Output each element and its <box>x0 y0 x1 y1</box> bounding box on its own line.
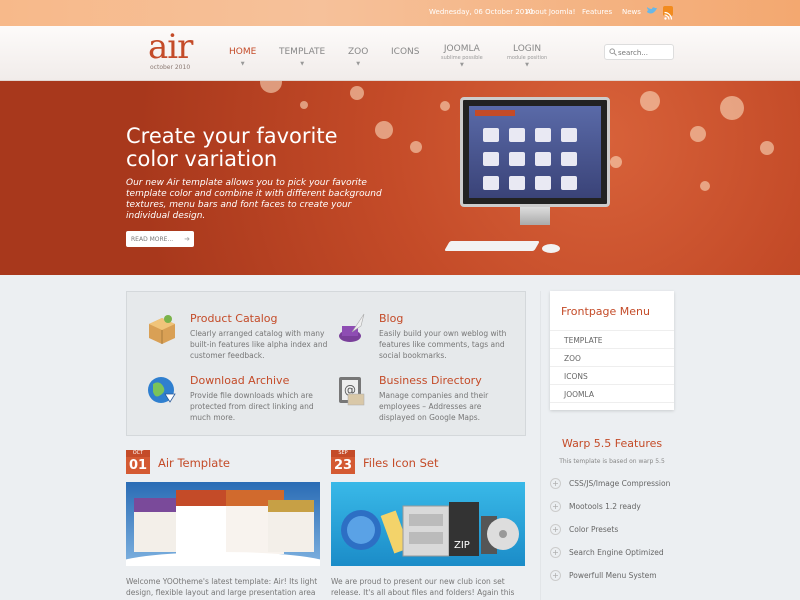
hero-title: Create your favorite color variation <box>126 124 338 171</box>
menu-item-icons[interactable]: ICONS <box>550 367 674 385</box>
warp-item[interactable]: + Color Presets <box>550 519 674 541</box>
arrow-right-icon: ➜ <box>184 235 190 243</box>
chevron-down-icon: ▼ <box>459 62 464 68</box>
globe-download-icon <box>148 377 176 403</box>
date-badge: OCT 01 <box>126 450 150 474</box>
nav-zoo[interactable]: ZOO ▼ <box>348 47 368 67</box>
warp-features: Warp 5.5 Features This template is based… <box>550 437 674 465</box>
feature-text: Provide file downloads which are protect… <box>190 391 314 422</box>
warp-item[interactable]: + Mootools 1.2 ready <box>550 496 674 518</box>
link-news[interactable]: News <box>622 8 641 16</box>
top-bar: Wednesday, 06 October 2010 About Joomla!… <box>0 0 800 26</box>
feature-title[interactable]: Business Directory <box>379 374 482 387</box>
menu-item-template[interactable]: TEMPLATE <box>550 331 674 349</box>
nav-home[interactable]: HOME ▼ <box>229 47 256 67</box>
search-input[interactable] <box>618 47 672 58</box>
article-title[interactable]: Files Icon Set <box>363 456 438 470</box>
hero-description: Our new Air template allows you to pick … <box>126 178 382 221</box>
warp-title: Warp 5.5 Features <box>561 437 663 450</box>
nav-icons[interactable]: ICONS <box>391 47 419 57</box>
plus-icon: + <box>550 570 561 581</box>
rss-icon[interactable] <box>663 6 673 20</box>
warp-item[interactable]: + CSS/JS/Image Compression <box>550 473 674 495</box>
chevron-down-icon: ▼ <box>300 61 305 67</box>
imac-image <box>460 97 610 207</box>
twitter-icon[interactable] <box>646 6 658 16</box>
feature-text: Easily build your own weblog with featur… <box>379 329 507 360</box>
hero-banner: Create your favorite color variation Our… <box>0 81 800 275</box>
nav-template[interactable]: TEMPLATE ▼ <box>279 47 325 67</box>
air-template-thumbnail[interactable] <box>126 482 320 566</box>
files-icon-set-thumbnail[interactable]: ZIP <box>331 482 525 566</box>
read-more-button[interactable]: READ MORE... ➜ <box>126 231 194 247</box>
plus-icon: + <box>550 501 561 512</box>
menu-title: Frontpage Menu <box>561 305 650 318</box>
quill-ink-icon <box>339 313 365 342</box>
svg-text:ZIP: ZIP <box>454 540 470 551</box>
chevron-down-icon: ▼ <box>356 61 361 67</box>
warp-note: This template is based on warp 5.5 <box>559 458 665 465</box>
nav-login[interactable]: LOGIN module position ▼ <box>507 44 547 68</box>
package-icon <box>149 315 175 344</box>
feature-title[interactable]: Blog <box>379 312 403 325</box>
frontpage-menu: Frontpage Menu TEMPLATE ZOO ICONS JOOMLA <box>550 291 674 410</box>
keyboard-image <box>444 241 540 251</box>
address-book-icon: @ <box>339 377 365 406</box>
search-box <box>604 44 674 60</box>
menu-item-zoo[interactable]: ZOO <box>550 349 674 367</box>
current-date: Wednesday, 06 October 2010 <box>429 8 534 16</box>
plus-icon: + <box>550 547 561 558</box>
warp-item[interactable]: + Search Engine Optimized <box>550 542 674 564</box>
nav-joomla[interactable]: JOOMLA sublime possible ▼ <box>441 44 483 68</box>
features-box: Product Catalog Clearly arranged catalog… <box>126 291 526 436</box>
site-logo[interactable]: air <box>148 30 193 64</box>
feature-title[interactable]: Product Catalog <box>190 312 278 325</box>
link-features[interactable]: Features <box>582 8 612 16</box>
mouse-image <box>542 244 560 253</box>
chevron-down-icon: ▼ <box>525 62 529 68</box>
link-about-joomla[interactable]: About Joomla! <box>526 8 575 16</box>
feature-text: Manage companies and their employees – A… <box>379 391 489 422</box>
feature-text: Clearly arranged catalog with many built… <box>190 329 328 360</box>
search-icon <box>609 48 617 56</box>
article-title[interactable]: Air Template <box>158 456 230 470</box>
feature-title[interactable]: Download Archive <box>190 374 289 387</box>
chevron-down-icon: ▼ <box>240 61 245 67</box>
warp-item[interactable]: + Powerfull Menu System <box>550 565 674 587</box>
logo-subtitle: october 2010 <box>150 64 191 71</box>
article-excerpt: Welcome YOOtheme's latest template: Air!… <box>126 577 318 597</box>
plus-icon: + <box>550 478 561 489</box>
menu-item-joomla[interactable]: JOOMLA <box>550 385 674 403</box>
article-excerpt: We are proud to present our new club ico… <box>331 577 515 600</box>
plus-icon: + <box>550 524 561 535</box>
date-badge: SEP 23 <box>331 450 355 474</box>
